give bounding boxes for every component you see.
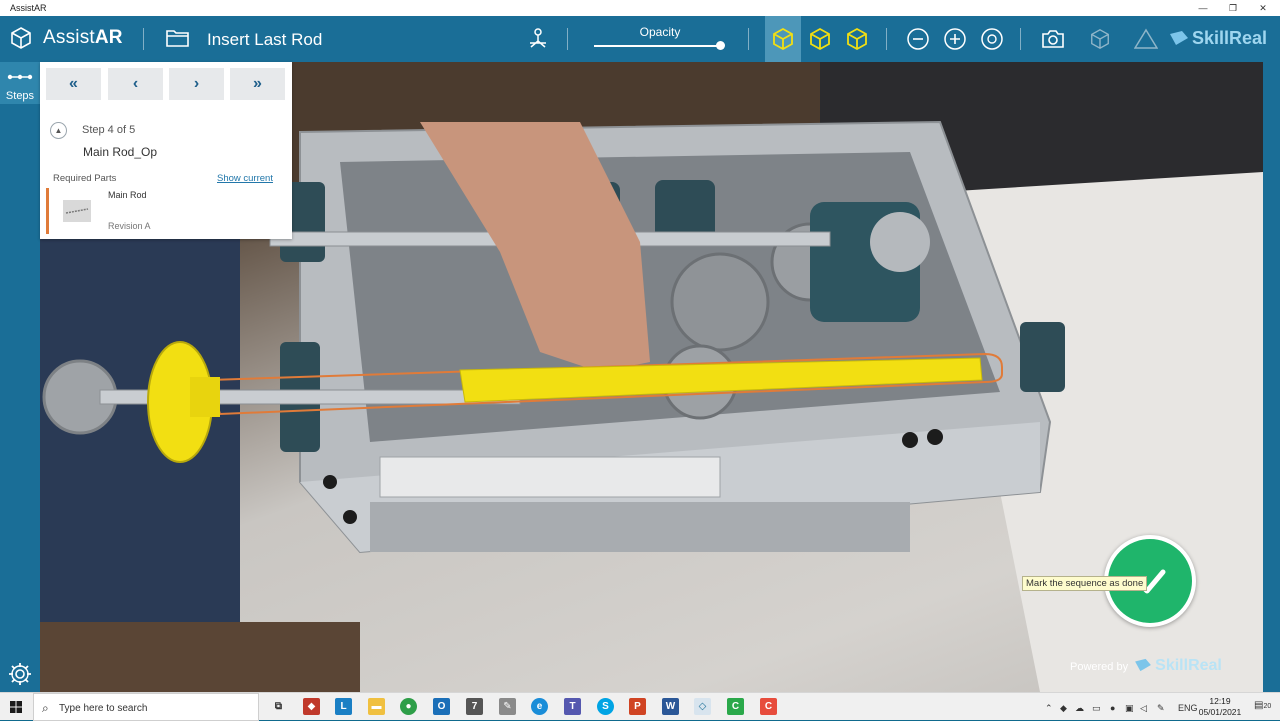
windows-start-icon[interactable] — [10, 701, 22, 713]
tray-app-icon[interactable]: ◆ — [1060, 703, 1067, 714]
explode-view-icon[interactable] — [523, 24, 553, 54]
steps-panel: « ‹ › » ▲ Step 4 of 5 Main Rod_Op Requir… — [40, 62, 292, 239]
skillreal-logo-icon — [1135, 658, 1152, 672]
taskbar-clock[interactable]: 12:19 05/01/2021 — [1197, 696, 1243, 718]
mark-done-tooltip: Mark the sequence as done — [1022, 576, 1148, 591]
opacity-slider-thumb[interactable] — [716, 41, 725, 50]
first-step-button[interactable]: « — [46, 68, 101, 100]
chrome-icon[interactable]: ● — [400, 698, 417, 715]
search-placeholder: Type here to search — [59, 703, 148, 714]
edge-icon[interactable]: e — [531, 698, 548, 715]
warning-triangle-icon[interactable] — [1131, 24, 1161, 54]
ghost-cube-icon[interactable] — [842, 24, 872, 54]
folder-open-icon[interactable] — [166, 28, 190, 48]
toolbar-divider — [1020, 28, 1021, 50]
window-title-bar: AssistAR — [0, 0, 1280, 16]
step-name: Main Rod_Op — [83, 145, 158, 159]
toolbar-divider — [567, 28, 568, 50]
outlook-icon[interactable]: O — [433, 698, 450, 715]
clock-time: 12:19 — [1209, 696, 1231, 706]
assistar-logo-icon — [11, 27, 31, 49]
previous-step-button[interactable]: ‹ — [108, 68, 163, 100]
powerpoint-icon[interactable]: P — [629, 698, 646, 715]
solid-cube-icon[interactable] — [768, 24, 798, 54]
zoom-in-icon[interactable] — [940, 24, 970, 54]
opacity-label: Opacity — [639, 25, 681, 39]
skillreal-logo: SkillReal — [1168, 28, 1267, 49]
skillreal-logo-icon — [1170, 31, 1188, 45]
app-toolbar: AssistAR Insert Last Rod Opacity SkillRe… — [0, 16, 1280, 62]
wireframe-cube-icon[interactable] — [805, 24, 835, 54]
task-view-icon[interactable]: ⧉ — [270, 698, 287, 715]
file-explorer-icon[interactable]: ▬ — [368, 698, 385, 715]
part-thumbnail — [63, 200, 91, 222]
7zip-icon[interactable]: 7 — [466, 698, 483, 715]
required-part-item[interactable]: Main Rod Revision A — [46, 188, 286, 234]
next-step-button[interactable]: › — [169, 68, 224, 100]
show-current-link[interactable]: Show current — [217, 173, 273, 184]
close-button[interactable]: ✕ — [1248, 0, 1278, 16]
opacity-slider-track[interactable] — [594, 45, 722, 47]
toolbar-divider — [143, 28, 144, 50]
taskbar-search-box[interactable]: ⌕ Type here to search — [33, 693, 259, 721]
notification-center-icon[interactable]: ▤20 — [1254, 700, 1271, 711]
fit-view-icon[interactable] — [977, 24, 1007, 54]
step-counter: Step 4 of 5 — [82, 124, 136, 136]
volume-icon[interactable]: ◁ — [1140, 703, 1147, 714]
right-edge-bar — [1263, 62, 1280, 692]
collapse-chevron-up-icon[interactable]: ▲ — [50, 122, 67, 139]
search-icon: ⌕ — [42, 701, 49, 715]
security-app-icon[interactable]: ◆ — [303, 698, 320, 715]
assistar-taskbar-icon[interactable]: ◇ — [694, 698, 711, 715]
model-cube-icon[interactable] — [1085, 24, 1115, 54]
teams-icon[interactable]: T — [564, 698, 581, 715]
microphone-icon[interactable]: ● — [1110, 703, 1115, 713]
part-revision: Revision A — [108, 221, 151, 231]
red-app-icon[interactable]: C — [760, 698, 777, 715]
tray-chevron-up-icon[interactable]: ⌃ — [1045, 703, 1053, 714]
powered-by-label: Powered by SkillReal — [1070, 657, 1222, 674]
onedrive-cloud-icon[interactable]: ☁ — [1075, 703, 1084, 714]
camera-icon[interactable] — [1038, 24, 1068, 54]
maximize-button[interactable]: ❐ — [1218, 0, 1248, 16]
tool-app-icon[interactable]: ✎ — [499, 698, 516, 715]
language-indicator[interactable]: ENG — [1178, 703, 1198, 713]
required-parts-label: Required Parts — [53, 173, 117, 184]
window-title: AssistAR — [10, 3, 47, 13]
steps-label: Steps — [5, 90, 35, 102]
pen-icon[interactable]: ✎ — [1157, 703, 1165, 714]
current-step-title: Insert Last Rod — [207, 30, 323, 49]
left-sidebar: Steps — [0, 62, 40, 692]
tray-monitor-icon[interactable]: ▭ — [1092, 703, 1101, 714]
word-icon[interactable]: W — [662, 698, 679, 715]
green-app-icon[interactable]: C — [727, 698, 744, 715]
last-step-button[interactable]: » — [230, 68, 285, 100]
part-name: Main Rod — [108, 190, 147, 200]
settings-gear-icon[interactable] — [8, 662, 32, 686]
l-app-icon[interactable]: L — [335, 698, 352, 715]
minimize-button[interactable]: — — [1188, 0, 1218, 16]
toolbar-divider — [886, 28, 887, 50]
clock-date: 05/01/2021 — [1198, 707, 1242, 717]
steps-button[interactable]: Steps — [0, 62, 40, 104]
toolbar-divider — [748, 28, 749, 50]
network-icon[interactable]: ▣ — [1125, 703, 1134, 714]
windows-taskbar: ⌕ Type here to search ⧉ ◆ L ▬ ● O 7 ✎ e … — [0, 692, 1280, 721]
app-brand: AssistAR — [43, 27, 123, 48]
skype-icon[interactable]: S — [597, 698, 614, 715]
zoom-out-icon[interactable] — [903, 24, 933, 54]
steps-icon — [7, 74, 33, 80]
